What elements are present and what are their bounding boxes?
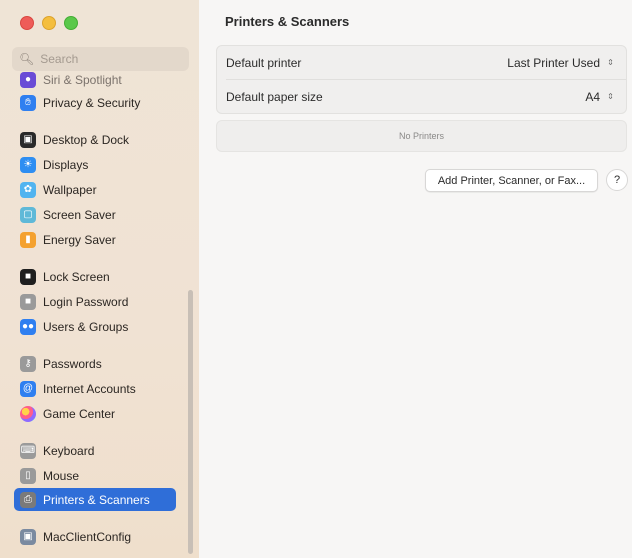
sidebar-item-label: MacClientConfig [43, 529, 132, 544]
zoom-button[interactable] [64, 16, 78, 30]
search-placeholder: Search [40, 52, 79, 66]
sidebar-item-siri-spotlight[interactable]: ● Siri & Spotlight [14, 68, 176, 91]
sun-icon: ☀ [20, 156, 36, 173]
default-paper-label: Default paper size [226, 89, 323, 104]
defaults-group: Default printer Last Printer Used ⇕ Defa… [216, 45, 627, 114]
sidebar-item-screen-saver[interactable]: ▢ Screen Saver [14, 203, 176, 226]
sidebar-item-label: Siri & Spotlight [43, 72, 122, 87]
default-printer-label: Default printer [226, 55, 302, 70]
wallpaper-icon: ✿ [20, 181, 36, 198]
sidebar-item-internet-accounts[interactable]: @ Internet Accounts [14, 377, 176, 400]
traffic-lights [20, 16, 78, 30]
sidebar-item-game-center[interactable]: Game Center [14, 402, 176, 425]
sidebar-item-privacy-security[interactable]: ✋︎ Privacy & Security [14, 91, 176, 114]
mouse-icon: ▯ [20, 467, 36, 484]
at-icon: @ [20, 380, 36, 397]
page-title: Printers & Scanners [225, 14, 350, 29]
sidebar-item-label: Privacy & Security [43, 95, 141, 110]
sidebar-item-label: Login Password [43, 294, 129, 309]
sidebar-item-label: Printers & Scanners [43, 492, 150, 507]
hand-icon: ✋︎ [20, 94, 36, 111]
minimize-button[interactable] [42, 16, 56, 30]
sidebar-item-label: Lock Screen [43, 269, 110, 284]
key-icon: ⚷ [20, 355, 36, 372]
sidebar-item-label: Wallpaper [43, 182, 97, 197]
users-icon: ●● [20, 318, 36, 335]
sidebar-item-passwords[interactable]: ⚷ Passwords [14, 352, 176, 375]
siri-icon: ● [20, 71, 36, 88]
stepper-icon: ⇕ [607, 58, 614, 67]
game-center-icon [20, 405, 36, 422]
no-printers-text: No Printers [398, 131, 444, 141]
sidebar-item-label: Keyboard [43, 443, 95, 458]
sidebar-item-lock-screen[interactable]: ■ Lock Screen [14, 265, 176, 288]
sidebar-scrollbar[interactable] [188, 290, 193, 554]
printer-icon: ⎙ [20, 491, 36, 508]
screensaver-icon: ▢ [20, 206, 36, 223]
default-printer-select[interactable]: Last Printer Used ⇕ [507, 56, 616, 70]
lock-icon: ■ [20, 293, 36, 310]
sidebar-item-label: Desktop & Dock [43, 132, 130, 147]
default-printer-row: Default printer Last Printer Used ⇕ [217, 46, 626, 79]
battery-icon: ▮ [20, 231, 36, 248]
printers-list: No Printers [216, 120, 627, 152]
sidebar-item-desktop-dock[interactable]: ▣ Desktop & Dock [14, 128, 176, 151]
sidebar-item-label: Internet Accounts [43, 381, 136, 396]
sidebar-item-login-password[interactable]: ■ Login Password [14, 290, 176, 313]
keyboard-icon: ⌨ [20, 442, 36, 459]
config-icon: ▣ [20, 528, 36, 545]
default-printer-value: Last Printer Used [507, 55, 600, 70]
default-paper-select[interactable]: A4 ⇕ [585, 90, 616, 104]
search-icon: 🔍︎ [19, 52, 35, 66]
add-printer-button[interactable]: Add Printer, Scanner, or Fax... [425, 169, 598, 192]
default-paper-value: A4 [585, 89, 600, 104]
lock-icon: ■ [20, 268, 36, 285]
sidebar-item-label: Users & Groups [43, 319, 129, 334]
settings-window: 🔍︎ Search ● Siri & Spotlight ✋︎ Privacy … [0, 0, 632, 558]
sidebar-item-label: Mouse [43, 468, 80, 483]
sidebar-item-displays[interactable]: ☀ Displays [14, 153, 176, 176]
default-paper-row: Default paper size A4 ⇕ [217, 80, 626, 113]
sidebar-item-label: Displays [43, 157, 89, 172]
stepper-icon: ⇕ [607, 92, 614, 101]
sidebar-item-macclientconfig[interactable]: ▣ MacClientConfig [14, 525, 176, 548]
sidebar-item-keyboard[interactable]: ⌨ Keyboard [14, 439, 176, 462]
sidebar-item-users-groups[interactable]: ●● Users & Groups [14, 315, 176, 338]
dock-icon: ▣ [20, 131, 36, 148]
help-button[interactable]: ? [606, 169, 628, 191]
main-pane: Printers & Scanners Default printer Last… [199, 0, 632, 558]
sidebar-item-wallpaper[interactable]: ✿ Wallpaper [14, 178, 176, 201]
sidebar-item-mouse[interactable]: ▯ Mouse [14, 464, 176, 487]
sidebar-item-label: Passwords [43, 356, 102, 371]
sidebar-item-energy-saver[interactable]: ▮ Energy Saver [14, 228, 176, 251]
sidebar-item-label: Game Center [43, 406, 116, 421]
close-button[interactable] [20, 16, 34, 30]
sidebar: 🔍︎ Search ● Siri & Spotlight ✋︎ Privacy … [0, 0, 200, 558]
sidebar-item-printers-scanners[interactable]: ⎙ Printers & Scanners [14, 488, 176, 511]
sidebar-item-label: Energy Saver [43, 232, 116, 247]
sidebar-item-label: Screen Saver [43, 207, 116, 222]
